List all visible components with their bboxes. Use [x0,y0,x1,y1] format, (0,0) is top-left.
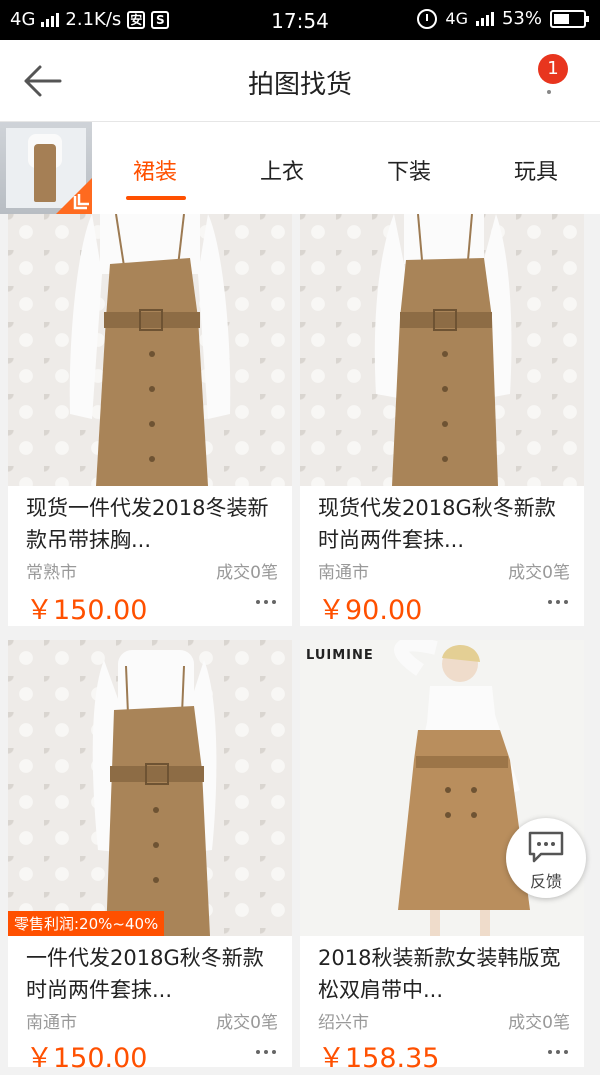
feedback-label: 反馈 [529,872,562,891]
product-city: 绍兴市 [318,1013,369,1033]
tab-skirts[interactable]: 裙装 [133,154,177,186]
page-title: 拍图找货 [247,70,352,100]
search-image-thumbnail[interactable] [0,122,92,214]
tab-bottoms[interactable]: 下装 [387,154,431,186]
dress-figure [374,214,512,486]
profit-tag: 零售利润:20%~40% [8,911,165,936]
more-options-icon[interactable] [256,1050,276,1054]
product-deals: 成交0笔 [216,1013,278,1033]
product-city: 常熟市 [26,563,77,583]
product-deals: 成交0笔 [216,563,278,583]
more-options-icon[interactable] [548,600,568,604]
battery-icon [550,9,589,28]
tab-toys[interactable]: 玩具 [514,154,558,186]
more-menu-button[interactable]: 1 [534,54,568,114]
product-price: ￥90.00 [318,595,423,626]
product-deals: 成交0笔 [508,1013,570,1033]
dress-figure [69,214,231,486]
category-tabs: 裙装 上衣 下装 玩具 [0,122,600,214]
product-card[interactable]: 现货一件代发2018冬装新款吊带抹胸... 常熟市 成交0笔 ￥150.00 [8,214,292,626]
product-card[interactable]: 零售利润:20%~40% 一件代发2018G秋冬新款时尚两件套抹... 南通市 … [8,640,292,1074]
status-bar: 4G 2.1K/s 安 S 17:54 4G 53% [0,0,600,40]
product-title: 一件代发2018G秋冬新款时尚两件套抹... [26,946,264,1002]
status-right: 4G 53% [417,8,589,29]
product-image[interactable]: 零售利润:20%~40% [8,640,292,936]
product-price: ￥150.00 [26,595,148,626]
product-image[interactable] [8,214,292,486]
product-city: 南通市 [318,563,369,583]
product-image[interactable] [300,214,584,486]
more-options-icon[interactable] [256,600,276,604]
product-price: ￥150.00 [26,1043,148,1074]
nav-bar: 拍图找货 1 [0,40,600,122]
signal-icon-right [475,11,494,26]
chat-bubble-icon [528,831,564,863]
more-dots-icon [547,90,551,94]
notification-badge: 1 [538,54,568,84]
battery-fill [554,13,569,24]
product-deals: 成交0笔 [508,563,570,583]
thumbnail-dress [34,144,56,202]
product-title: 现货代发2018G秋冬新款时尚两件套抹... [318,496,556,552]
product-card[interactable]: 现货代发2018G秋冬新款时尚两件套抹... 南通市 成交0笔 ￥90.00 [300,214,584,626]
alarm-icon [417,8,438,29]
product-title: 2018秋装新款女装韩版宽松双肩带中... [318,946,561,1002]
tab-tops[interactable]: 上衣 [260,154,304,186]
network-label-right: 4G [445,9,468,28]
dress-figure [92,650,217,936]
active-tab-indicator [126,196,186,200]
more-options-icon[interactable] [548,1050,568,1054]
crop-icon[interactable] [56,178,92,214]
product-city: 南通市 [26,1013,77,1033]
product-price: ￥158.35 [318,1043,440,1074]
feedback-button[interactable]: 反馈 [506,818,586,898]
product-title: 现货一件代发2018冬装新款吊带抹胸... [26,496,269,552]
battery-percent: 53% [501,8,542,29]
